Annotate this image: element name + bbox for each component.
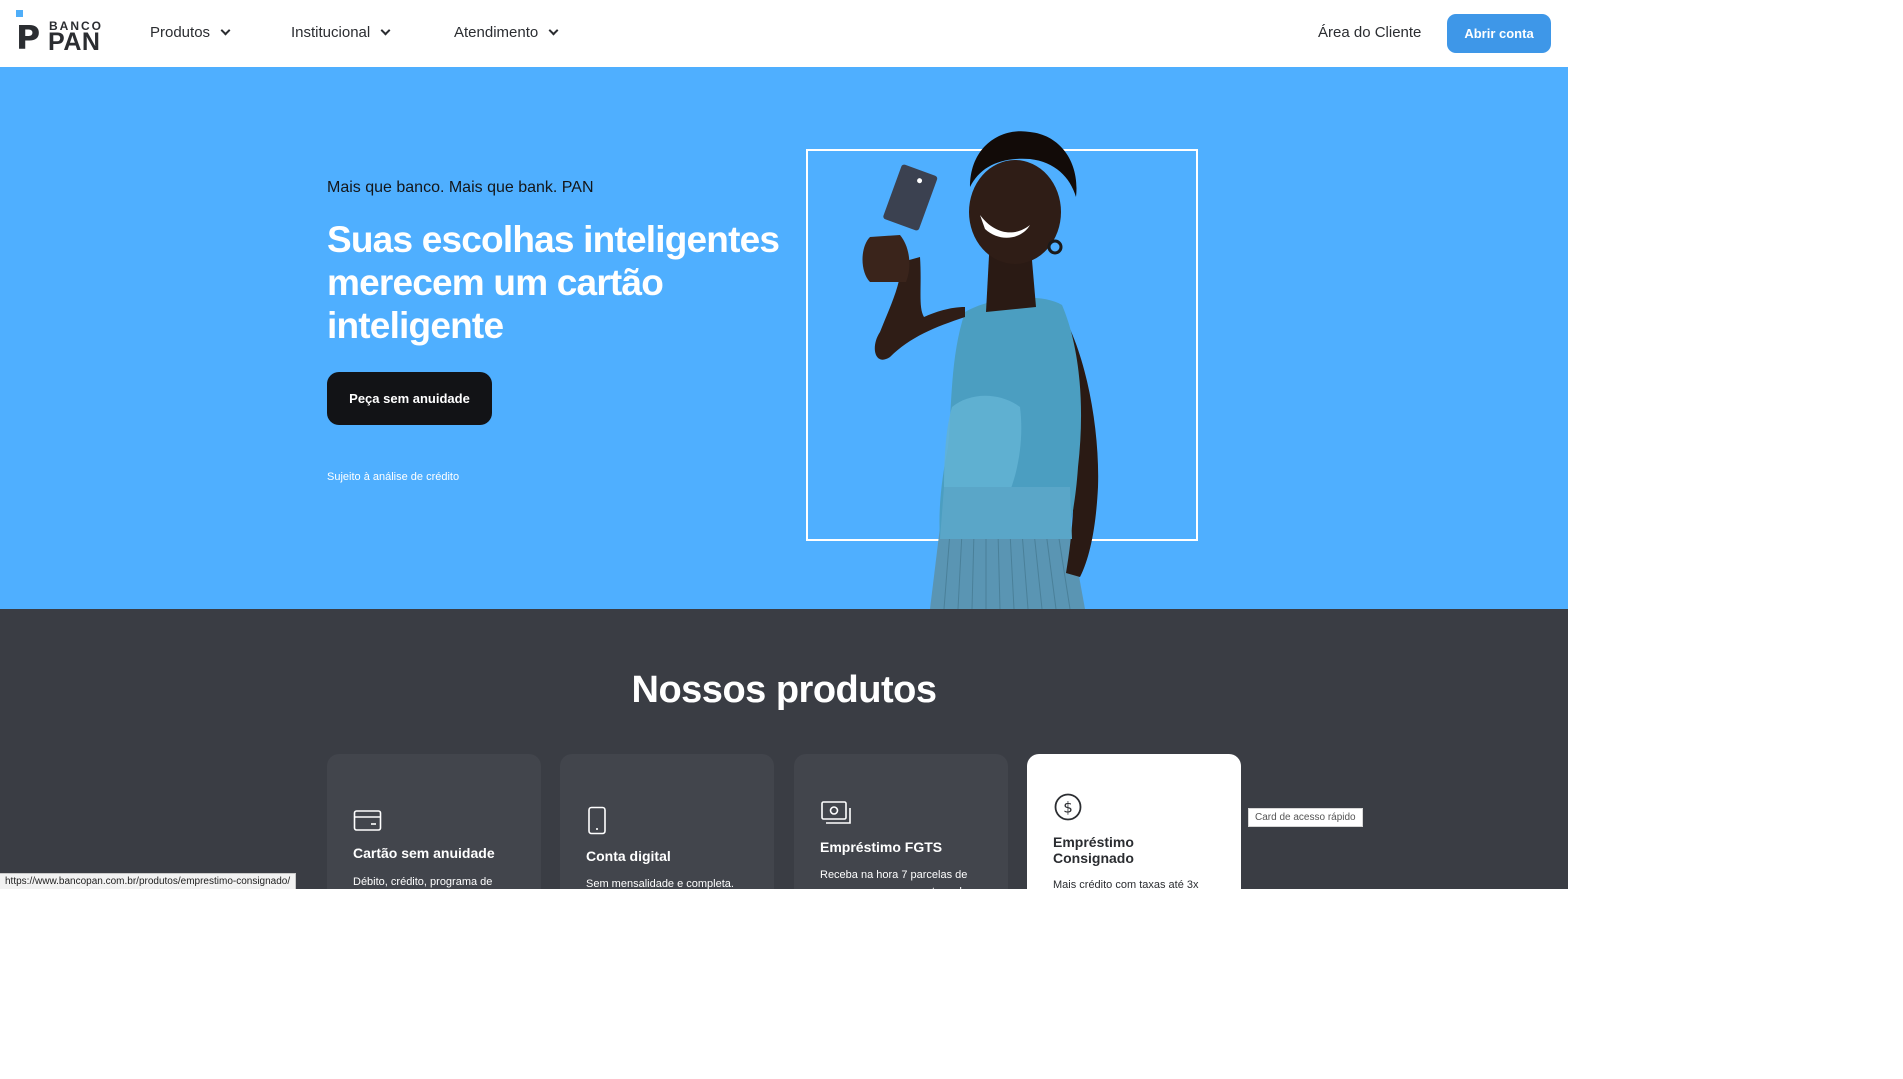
nav-produtos[interactable]: Produtos	[150, 24, 231, 41]
hero-eyebrow: Mais que banco. Mais que bank. PAN	[327, 179, 594, 196]
product-card-title: Empréstimo FGTS	[820, 839, 943, 855]
svg-text:$: $	[1063, 799, 1073, 817]
credit-disclaimer: Sujeito à análise de crédito	[327, 471, 460, 483]
cash-icon	[821, 801, 851, 824]
product-card-title: Cartão sem anuidade	[353, 845, 495, 861]
nav-produtos-label: Produtos	[150, 24, 211, 41]
hero-woman-with-card-image	[862, 131, 1099, 609]
browser-status-url: https://www.bancopan.com.br/produtos/emp…	[0, 873, 297, 889]
site-header: P BANCO PAN Produtos Institucional Atend…	[0, 0, 1568, 67]
hero-title: Suas escolhas inteligentes merecem um ca…	[327, 219, 780, 346]
products-section: Nossos produtos Cartão sem anuidade Débi…	[0, 609, 1568, 889]
dollar-circle-icon: $	[1054, 793, 1082, 821]
chevron-down-icon	[220, 25, 231, 36]
hero-banner: Mais que banco. Mais que bank. PAN Suas …	[0, 67, 1568, 609]
product-card-conta[interactable]: Conta digital Sem mensalidade e completa…	[560, 754, 774, 889]
area-cliente-link[interactable]: Área do Cliente	[1318, 24, 1421, 41]
abrir-conta-button[interactable]: Abrir conta	[1447, 14, 1551, 53]
product-card-desc: Receba na hora 7 parcelas de uma vez com…	[820, 869, 968, 889]
banco-pan-logo[interactable]: P BANCO PAN	[14, 10, 106, 57]
chevron-down-icon	[548, 25, 559, 36]
logo-pan-text: PAN	[48, 28, 101, 56]
products-title: Nossos produtos	[631, 669, 937, 711]
nav-atendimento[interactable]: Atendimento	[454, 24, 559, 41]
product-card-desc: Débito, crédito, programa de	[353, 876, 493, 888]
logo-accent-square	[16, 10, 23, 17]
logo-mark: P	[16, 18, 41, 57]
product-card-fgts[interactable]: Empréstimo FGTS Receba na hora 7 parcela…	[794, 754, 1008, 889]
nav-institucional[interactable]: Institucional	[291, 24, 391, 41]
product-card-cartao[interactable]: Cartão sem anuidade Débito, crédito, pro…	[327, 754, 541, 889]
product-card-desc: Mais crédito com taxas até 3x	[1053, 879, 1199, 889]
product-card-consignado[interactable]: $ Empréstimo Consignado Mais crédito com…	[1027, 754, 1241, 889]
product-card-title: Empréstimo Consignado	[1053, 834, 1134, 866]
quick-access-tooltip: Card de acesso rápido	[1248, 808, 1363, 827]
nav-institucional-label: Institucional	[291, 24, 371, 41]
nav-atendimento-label: Atendimento	[454, 24, 539, 41]
credit-card-icon	[353, 810, 382, 831]
peca-sem-anuidade-button[interactable]: Peça sem anuidade	[327, 372, 492, 425]
smartphone-icon	[588, 806, 606, 835]
product-card-title: Conta digital	[586, 848, 671, 864]
product-card-desc: Sem mensalidade e completa.	[586, 878, 734, 889]
chevron-down-icon	[380, 25, 391, 36]
